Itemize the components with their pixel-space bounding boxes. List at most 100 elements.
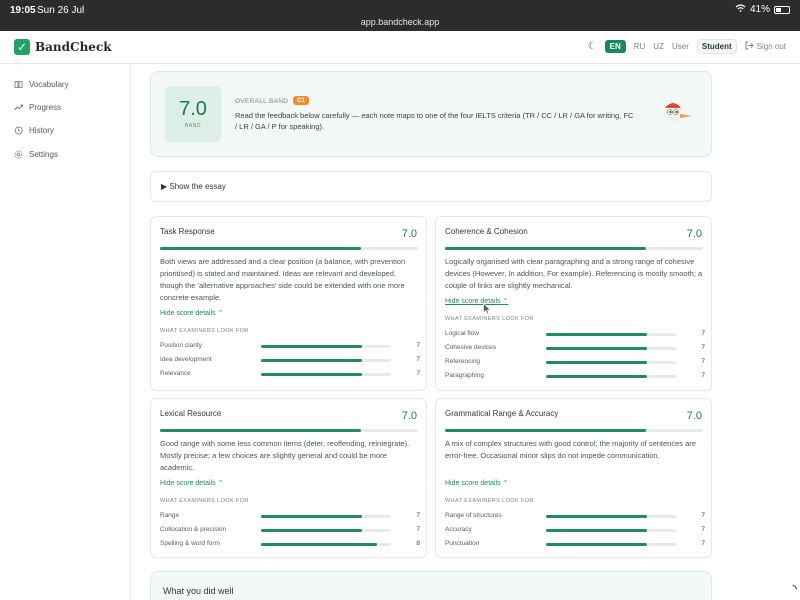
card-feedback: Good range with some less common items (… [160, 439, 410, 472]
book-icon [14, 80, 23, 89]
user-label: User [671, 42, 689, 51]
criteria-fill [546, 543, 648, 546]
criteria-row: Position clarity 7 [160, 342, 420, 352]
criteria-row: Logical flow 7 [445, 330, 705, 340]
criteria-value: 7 [416, 526, 420, 533]
criteria-label: Cohesive devices [445, 344, 496, 351]
brand-name: BandCheck [35, 40, 112, 54]
criteria-fill [261, 345, 363, 348]
status-time: 19:05 [10, 5, 36, 16]
criteria-label: Spelling & word form [160, 540, 220, 547]
band-caption: BAND [185, 123, 201, 129]
pointer-cursor-icon [483, 302, 492, 315]
criteria-fill [546, 361, 648, 364]
sidebar-item-label: Settings [29, 150, 58, 159]
criterion-card-grammatical-range: Grammatical Range & Accuracy 7.0 A mix o… [435, 398, 712, 558]
criteria-label: Position clarity [160, 342, 202, 349]
criteria-heading: WHAT EXAMINERS LOOK FOR [160, 498, 249, 504]
criteria-row: Idea development 7 [160, 356, 420, 366]
criteria-row: Paragraphing 7 [445, 372, 705, 382]
sidebar-item-partial[interactable]: ◌ [14, 58, 23, 67]
criteria-row: Range 7 [160, 512, 420, 522]
bird-mascot-icon [660, 99, 694, 125]
criteria-fill [546, 375, 648, 378]
check-icon: ✓ [14, 39, 30, 55]
card-score-fill [445, 429, 647, 432]
overall-band-panel: 7.0 BAND OVERALL BAND C1 Read the feedba… [150, 71, 712, 157]
criteria-fill [546, 333, 648, 336]
criteria-row: Referencing 7 [445, 358, 705, 368]
sidebar-item-label: Vocabulary [29, 80, 69, 89]
sidebar-item-history[interactable]: History [14, 126, 54, 135]
criteria-fill [261, 529, 363, 532]
cefr-badge: C1 [293, 96, 309, 105]
criterion-card-coherence-cohesion: Coherence & Cohesion 7.0 Logically organ… [435, 216, 712, 391]
url-bar[interactable]: app.bandcheck.app [0, 17, 800, 27]
criteria-value: 7 [416, 356, 420, 363]
band-score-box: 7.0 BAND [165, 86, 221, 142]
card-score-bar [160, 247, 418, 250]
sidebar-item-label: History [29, 126, 54, 135]
criteria-bar [261, 373, 391, 376]
criteria-label: Accuracy [445, 526, 472, 533]
history-icon [14, 126, 23, 135]
criteria-bar [261, 515, 391, 518]
criteria-row: Punctuation 7 [445, 540, 705, 550]
lang-ru-button[interactable]: RU [634, 42, 646, 51]
criteria-heading: WHAT EXAMINERS LOOK FOR [445, 498, 534, 504]
lang-en-button[interactable]: EN [604, 40, 626, 53]
gear-icon [14, 150, 23, 159]
criteria-fill [261, 543, 377, 546]
hide-score-details-link[interactable]: Hide score details ⌃ [445, 479, 508, 487]
hide-score-details-link[interactable]: Hide score details ⌃ [160, 309, 223, 317]
criteria-heading: WHAT EXAMINERS LOOK FOR [445, 316, 534, 322]
criteria-row: Cohesive devices 7 [445, 344, 705, 354]
sidebar-item-settings[interactable]: Settings [14, 150, 58, 159]
criteria-value: 7 [416, 342, 420, 349]
hide-score-details-link[interactable]: Hide score details ⌃ [445, 297, 508, 305]
criteria-bar [546, 347, 676, 350]
main-content: 7.0 BAND OVERALL BAND C1 Read the feedba… [131, 64, 800, 600]
card-score-bar [445, 429, 703, 432]
criteria-value: 7 [701, 540, 705, 547]
criterion-card-task-response: Task Response 7.0 Both views are address… [150, 216, 427, 391]
sidebar-item-vocabulary[interactable]: Vocabulary [14, 80, 69, 89]
brand-logo[interactable]: ✓ BandCheck [14, 39, 112, 55]
criteria-label: Idea development [160, 356, 212, 363]
criteria-label: Logical flow [445, 330, 479, 337]
criterion-card-lexical-resource: Lexical Resource 7.0 Good range with som… [150, 398, 427, 558]
criteria-label: Paragraphing [445, 372, 485, 379]
criteria-bar [261, 543, 391, 546]
criteria-value: 7 [701, 344, 705, 351]
lang-uz-button[interactable]: UZ [653, 42, 664, 51]
criteria-label: Referencing [445, 358, 481, 365]
role-badge: Student [696, 39, 737, 54]
sign-out-icon [745, 41, 754, 52]
sidebar: ◌ Vocabulary Progress History Settings [0, 58, 131, 600]
sign-out-label: Sign out [756, 42, 786, 51]
card-feedback: A mix of complex structures with good co… [445, 439, 696, 460]
criteria-bar [546, 515, 676, 518]
show-essay-label: ▶ Show the essay [161, 182, 226, 191]
criteria-value: 7 [701, 330, 705, 337]
criteria-bar [546, 529, 676, 532]
moon-icon[interactable]: ☾ [588, 41, 597, 52]
card-score: 7.0 [401, 410, 417, 422]
criteria-fill [546, 529, 648, 532]
criteria-row: Spelling & word form 8 [160, 540, 420, 550]
battery-percent: 41% [749, 4, 770, 15]
criteria-label: Range of structures [445, 512, 502, 519]
status-date: Sun 26 Jul [37, 5, 85, 16]
card-title: Coherence & Cohesion [445, 227, 528, 236]
show-essay-toggle[interactable]: ▶ Show the essay [150, 171, 712, 202]
sidebar-item-progress[interactable]: Progress [14, 103, 61, 112]
criteria-label: Collocation & precision [160, 526, 227, 533]
card-score-fill [445, 247, 647, 250]
criteria-bar [546, 375, 676, 378]
criteria-label: Range [160, 512, 180, 519]
criteria-value: 7 [701, 358, 705, 365]
card-score-fill [160, 429, 362, 432]
sign-out-button[interactable]: Sign out [745, 41, 786, 52]
criteria-heading: WHAT EXAMINERS LOOK FOR [160, 328, 249, 334]
hide-score-details-link[interactable]: Hide score details ⌃ [160, 479, 223, 487]
